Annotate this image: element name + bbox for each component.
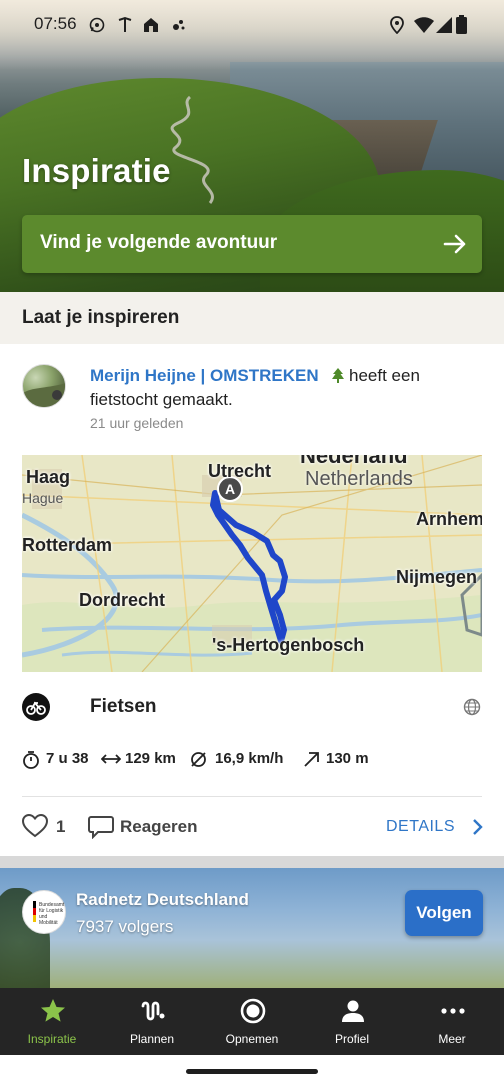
avatar[interactable] xyxy=(22,364,66,408)
chevron-right-icon[interactable] xyxy=(470,818,484,836)
map-label-haag: Haag xyxy=(26,467,71,487)
signal-icon xyxy=(436,17,452,33)
person-icon xyxy=(342,1000,364,1022)
route-map[interactable]: A Haag Hague Utrecht Nederland Netherlan… xyxy=(22,455,482,672)
whatsapp-icon xyxy=(89,17,105,33)
elevation-icon xyxy=(304,752,319,767)
nav-label: Inspiratie xyxy=(27,1032,77,1046)
divider xyxy=(22,796,482,797)
globe-icon xyxy=(463,698,481,716)
nav-label: Plannen xyxy=(129,1032,175,1046)
route-icon xyxy=(141,1001,165,1021)
find-adventure-label: Vind je volgende avontuur xyxy=(40,232,278,253)
map-label-rotterdam: Rotterdam xyxy=(22,535,113,555)
details-link[interactable]: DETAILS xyxy=(386,818,455,836)
map-label-netherlands: Netherlands xyxy=(305,468,413,490)
follow-button[interactable]: Volgen xyxy=(405,890,483,936)
nav-item-profiel[interactable]: Profiel xyxy=(302,988,402,1055)
nav-label: Profiel xyxy=(334,1032,369,1046)
wifi-icon xyxy=(414,17,434,33)
organization-logo-text: Bundesamt für Logistik und Mobilität xyxy=(39,902,65,926)
nav-item-inspiratie[interactable]: Inspiratie xyxy=(2,988,102,1055)
location-icon xyxy=(390,16,404,34)
star-icon xyxy=(41,999,65,1022)
battery-icon xyxy=(456,15,467,34)
distance-icon xyxy=(101,754,121,764)
organization-logo: Bundesamt für Logistik und Mobilität xyxy=(22,890,66,934)
heart-icon[interactable] xyxy=(22,814,48,838)
map-label-nederland: Nederland xyxy=(300,455,408,468)
comment-icon[interactable] xyxy=(88,815,114,839)
map-label-hertogenbosch: 's-Hertogenbosch xyxy=(212,635,365,655)
map-label-arnhem: Arnhem xyxy=(416,509,482,529)
nav-item-plannen[interactable]: Plannen xyxy=(102,988,202,1055)
antenna-icon xyxy=(118,16,132,32)
record-icon xyxy=(240,998,266,1024)
stat-duration: 7 u 38 xyxy=(46,750,89,767)
map-label-nijmegen: Nijmegen xyxy=(396,567,478,587)
stopwatch-icon xyxy=(23,751,39,769)
post-action-text: heeft een xyxy=(349,366,420,385)
more-icon xyxy=(441,1008,465,1014)
find-adventure-button[interactable]: Vind je volgende avontuur xyxy=(22,215,482,273)
section-title: Laat je inspireren xyxy=(22,307,180,328)
tree-icon xyxy=(332,368,344,383)
stat-speed: 16,9 km/h xyxy=(215,750,284,767)
post-author-link[interactable]: Merijn Heijne | OMSTREKEN xyxy=(90,366,319,386)
stat-distance: 129 km xyxy=(125,750,176,767)
post-timestamp: 21 uur geleden xyxy=(90,415,184,431)
map-label-utrecht: Utrecht xyxy=(208,461,272,481)
home-gesture-handle[interactable] xyxy=(186,1069,318,1074)
nav-item-meer[interactable]: Meer xyxy=(402,988,502,1055)
organization-name[interactable]: Radnetz Deutschland xyxy=(76,890,249,910)
home-status-icon xyxy=(144,18,158,32)
arrow-right-icon xyxy=(443,234,466,254)
feed-separator xyxy=(0,856,504,868)
organization-followers: 7937 volgers xyxy=(76,917,174,936)
comment-button[interactable]: Reageren xyxy=(120,817,197,837)
status-time: 07:56 xyxy=(34,14,77,33)
nav-label: Meer xyxy=(438,1032,466,1046)
stat-elevation: 130 m xyxy=(326,750,369,767)
bicycle-icon xyxy=(22,693,50,721)
map-label-hague: Hague xyxy=(22,490,64,506)
nav-label: Opnemen xyxy=(225,1032,279,1046)
bottom-navigation: Inspiratie Plannen Opnemen Profiel Meer xyxy=(0,988,504,1055)
like-count: 1 xyxy=(56,817,66,836)
fan-icon xyxy=(173,20,185,30)
nav-item-opnemen[interactable]: Opnemen xyxy=(202,988,302,1055)
route-start-marker-label: A xyxy=(224,481,236,497)
page-title: Inspiratie xyxy=(22,152,171,189)
map-label-dordrecht: Dordrecht xyxy=(79,590,166,610)
average-speed-icon xyxy=(191,752,206,767)
activity-type: Fietsen xyxy=(90,696,157,717)
post-action-text: fietstocht gemaakt. xyxy=(90,390,233,409)
